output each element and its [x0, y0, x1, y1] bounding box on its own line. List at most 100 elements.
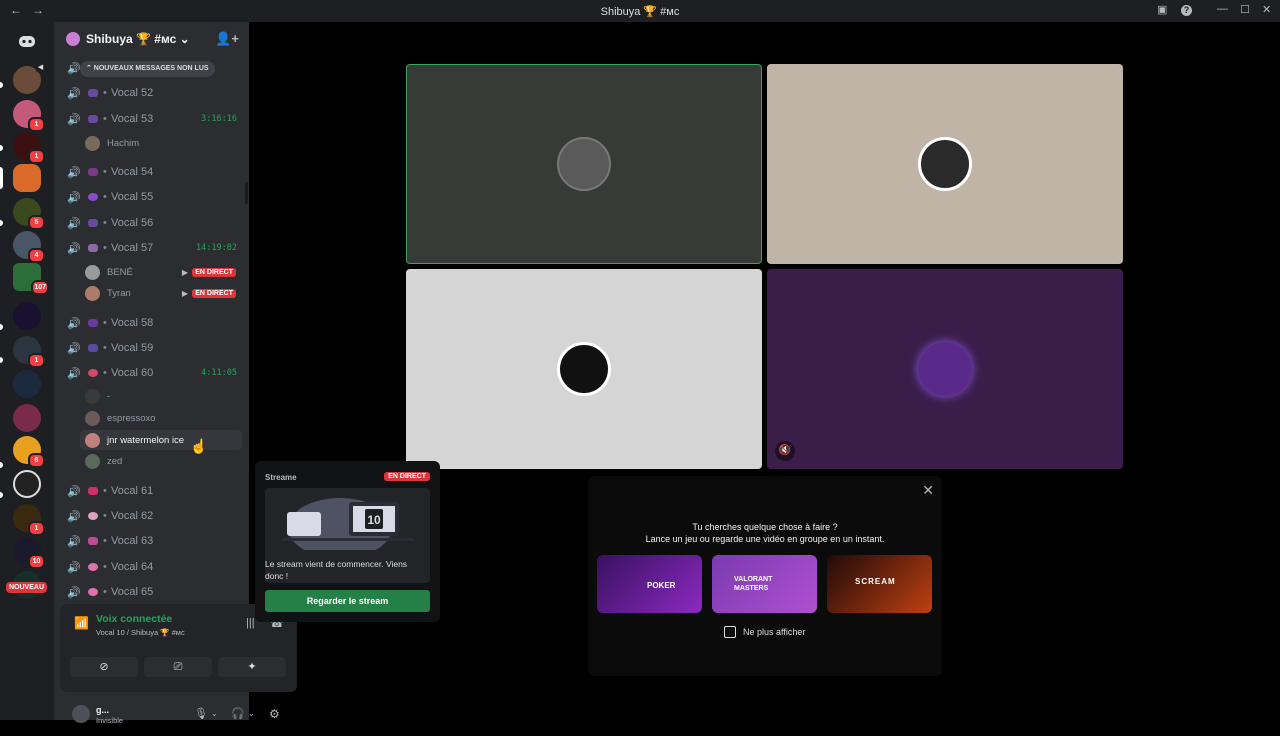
channel-member[interactable]: - [80, 386, 242, 406]
server-icon[interactable] [13, 470, 41, 498]
speaker-icon: 🔊 [67, 191, 81, 204]
channel-emoji [88, 89, 98, 97]
avatar [85, 432, 100, 448]
unread-indicator [0, 462, 3, 468]
screen-share-icon: ⎚ [173, 661, 183, 673]
mention-badge: 10 [28, 554, 45, 569]
activities-icon: ✦ [247, 661, 257, 673]
server-icon[interactable]: 107 [13, 263, 49, 295]
channel-member[interactable]: jnr watermelon ice [80, 430, 242, 450]
selected-indicator [0, 167, 3, 189]
signal-icon[interactable]: 📶 [74, 616, 89, 630]
voice-channel[interactable]: 🔊 • Vocal 60 4:11:05 [54, 362, 249, 384]
server-icon[interactable] [13, 302, 41, 330]
speaker-icon: 🔊 [67, 586, 81, 599]
activities-button[interactable]: ✦ [218, 657, 286, 677]
voice-channel[interactable]: 🔊 • Vocal 63 [54, 530, 249, 552]
mention-badge: 1 [28, 353, 45, 368]
dont-show-again-checkbox[interactable] [724, 626, 736, 638]
server-icon[interactable]: 1 [13, 100, 45, 132]
settings-gear-icon[interactable]: ⚙ [269, 707, 280, 721]
screen-share-status-icon[interactable]: ▣ [1157, 3, 1167, 16]
speaker-active-icon: 🔊 [67, 367, 81, 380]
headphones-icon[interactable]: 🎧 [231, 707, 245, 720]
separator-dot: • [103, 510, 107, 522]
voice-channel[interactable]: 🔊 • Vocal 62 [54, 505, 249, 527]
discord-logo-icon [19, 36, 35, 47]
channel-emoji [88, 537, 98, 545]
voice-channel[interactable]: 🔊 • Vocal 58 [54, 312, 249, 334]
channel-member[interactable]: espressoxo [80, 408, 242, 428]
speaker-icon: 🔊 [67, 485, 81, 498]
channel-member[interactable]: Tyran ▶ EN DIRECT [80, 283, 242, 303]
server-icon[interactable] [13, 404, 41, 432]
server-icon[interactable]: 1 [13, 504, 45, 536]
close-window-button[interactable]: ✕ [1262, 3, 1271, 16]
server-icon[interactable]: 1 [13, 132, 45, 164]
camera-icon: ▶ [181, 267, 188, 277]
discord-home-button[interactable] [13, 27, 41, 55]
activity-card-valorant[interactable]: VALORANT MASTERS [712, 555, 817, 613]
popup-label: Streame [265, 473, 297, 482]
voice-channel[interactable]: 🔊 • Vocal 53 3:16:16 [54, 108, 249, 130]
username[interactable]: g... [96, 705, 109, 715]
voice-channel[interactable]: 🔊 • Vocal 57 14:19:02 [54, 237, 249, 259]
help-icon[interactable]: ? [1181, 5, 1192, 16]
server-header[interactable]: Shibuya 🏆 #мс ⌄ 👤+ [54, 22, 249, 56]
participant-tile[interactable] [767, 64, 1123, 264]
voice-channel[interactable]: 🔊 • Vocal 56 [54, 212, 249, 234]
chevron-down-icon[interactable]: ⌄ [211, 709, 218, 718]
avatar [85, 285, 100, 301]
minimize-button[interactable]: — [1217, 3, 1228, 15]
participant-tile[interactable]: 🔇 [767, 269, 1123, 469]
camera-toggle-button[interactable]: ⊘ [70, 657, 138, 677]
voice-channel[interactable]: 🔊 • Vocal 55 [54, 186, 249, 208]
screen-share-button[interactable]: ⎚ [144, 657, 212, 677]
activity-card-scream[interactable]: SCREAM [827, 555, 932, 613]
server-icon[interactable]: 4 [13, 231, 45, 263]
soundboard-icon[interactable]: ||| [246, 617, 255, 629]
channel-member[interactable]: zed [80, 451, 242, 471]
voice-channel[interactable]: 🔊 • Vocal 52 [54, 82, 249, 104]
voice-channel[interactable]: 🔊 • Vocal 59 [54, 337, 249, 359]
activity-card-poker[interactable]: POKER [597, 555, 702, 613]
channel-name: Vocal 62 [111, 510, 154, 522]
voice-channel-link[interactable]: Vocal 10 / Shibuya 🏆 #мс [96, 628, 185, 637]
channel-name: Vocal 64 [111, 561, 154, 573]
server-icon[interactable]: 5 [13, 198, 45, 230]
channel-name: Vocal 57 [111, 242, 154, 254]
channel-member[interactable]: Hachim [80, 133, 242, 153]
unread-indicator [0, 220, 3, 226]
watch-stream-button[interactable]: Regarder le stream [265, 590, 430, 612]
participant-tile[interactable] [406, 269, 762, 469]
server-icon[interactable] [13, 370, 41, 398]
channel-member[interactable]: BENÉ ▶ EN DIRECT [80, 262, 242, 282]
voice-channel[interactable]: 🔊 • Vocal 65 [54, 581, 249, 603]
close-icon[interactable]: ✕ [922, 482, 934, 499]
speaker-icon: 🔊 [67, 317, 81, 330]
microphone-icon[interactable]: 🎙 [194, 707, 208, 720]
watch-stream-label: Regarder le stream [306, 596, 389, 606]
voice-channel[interactable]: 🔊 • Vocal 61 [54, 480, 249, 502]
invite-people-icon[interactable]: 👤+ [215, 31, 239, 47]
user-avatar[interactable] [72, 705, 90, 723]
server-icon[interactable]: 1 [13, 336, 45, 368]
voice-channel[interactable]: 🔊 • Vocal 64 [54, 556, 249, 578]
participant-tile[interactable] [406, 64, 762, 264]
dont-show-again-label[interactable]: Ne plus afficher [743, 627, 805, 637]
live-badge: EN DIRECT [384, 472, 430, 481]
maximize-button[interactable]: ☐ [1240, 3, 1250, 16]
channel-name: Vocal 58 [111, 317, 154, 329]
server-icon-selected[interactable] [13, 164, 41, 192]
separator-dot: • [103, 317, 107, 329]
scrollbar-thumb[interactable] [245, 182, 248, 204]
separator-dot: • [103, 87, 107, 99]
server-icon[interactable]: 6 [13, 436, 45, 468]
channel-emoji [88, 512, 98, 520]
server-icon[interactable]: 10 [13, 537, 45, 569]
chevron-down-icon[interactable]: ⌄ [248, 709, 255, 718]
server-icon[interactable]: ◀ [13, 62, 46, 94]
channel-name: Vocal 63 [111, 535, 154, 547]
new-unread-messages-pill[interactable]: ⌃ NOUVEAUX MESSAGES NON LUS [80, 61, 215, 77]
voice-channel[interactable]: 🔊 • Vocal 54 [54, 161, 249, 183]
